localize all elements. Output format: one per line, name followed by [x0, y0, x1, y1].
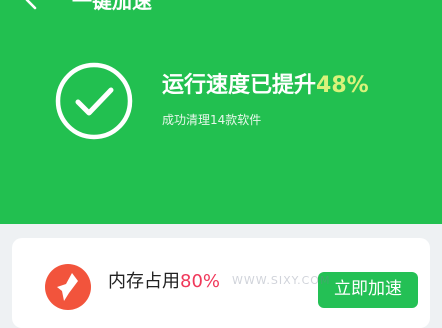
rocket-icon — [57, 273, 78, 301]
back-button[interactable] — [20, 0, 44, 12]
back-arrow-icon — [25, 0, 37, 10]
speed-headline: 运行速度已提升48% — [162, 72, 369, 100]
boost-now-button[interactable]: 立即加速 — [318, 272, 418, 308]
memory-usage: 内存占用80% — [108, 270, 220, 294]
memory-label: 内存占用 — [108, 271, 180, 292]
cleaned-apps-text: 成功清理14款软件 — [162, 113, 262, 127]
watermark-text: WWW.SIXY.COM — [232, 274, 331, 287]
headline-text: 运行速度已提升 — [162, 73, 317, 98]
check-circle-icon — [55, 62, 133, 140]
top-bar: 一键加速 — [0, 0, 442, 20]
speed-percent: 48% — [316, 73, 369, 98]
rocket-badge — [45, 264, 91, 310]
result-header: 一键加速 运行速度已提升48% 成功清理14款软件 — [0, 0, 442, 224]
page-title: 一键加速 — [72, 0, 152, 13]
memory-percent: 80% — [180, 271, 221, 292]
